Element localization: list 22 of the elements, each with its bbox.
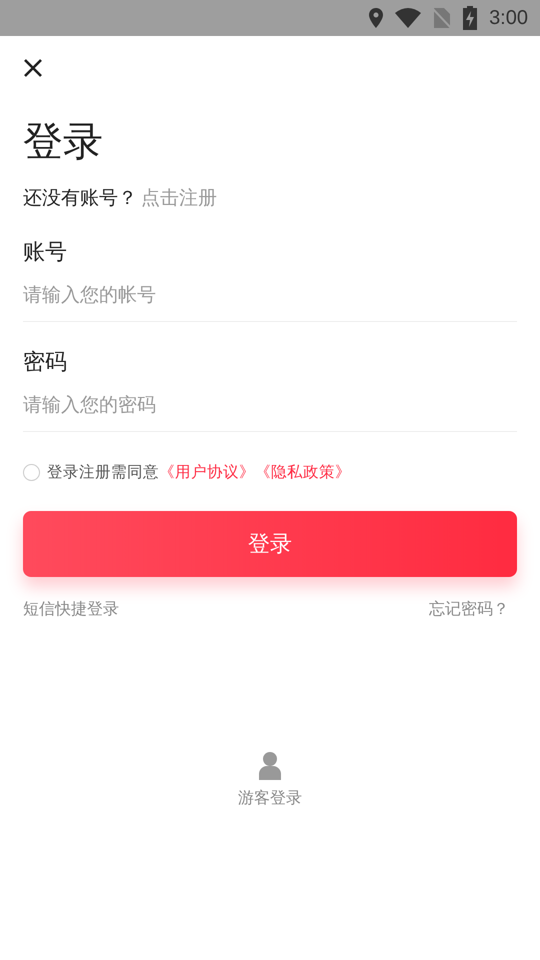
page-title: 登录 [23,118,104,166]
register-prompt: 还没有账号？ [23,186,137,211]
wifi-icon [395,8,422,28]
agreement-link[interactable]: 《用户协议》 [159,463,255,481]
field-label: 账号 [23,239,68,267]
login-button[interactable]: 登录 [23,511,517,577]
battery-charging-icon [463,6,478,30]
input-field[interactable]: 请输入您的帐号 [23,268,517,322]
forgot-password-link[interactable]: 忘记密码？ [429,599,509,620]
guest-login-label[interactable]: 游客登录 [238,788,302,809]
register-link[interactable]: 点击注册 [141,184,217,212]
clock-time: 3:00 [489,6,528,30]
field-label: 密码 [23,349,68,377]
agreement-checkbox[interactable] [23,464,40,481]
input-field[interactable]: 请输入您的密码 [23,378,517,432]
close-icon[interactable] [23,58,43,78]
sms-login-link[interactable]: 短信快捷登录 [23,599,119,620]
agreement-text: 登录注册需同意《用户协议》《隐私政策》 [47,462,351,483]
location-icon [369,8,384,28]
no-sim-icon [433,7,452,29]
person-icon[interactable] [259,752,281,780]
agreement-link[interactable]: 《隐私政策》 [255,463,351,481]
